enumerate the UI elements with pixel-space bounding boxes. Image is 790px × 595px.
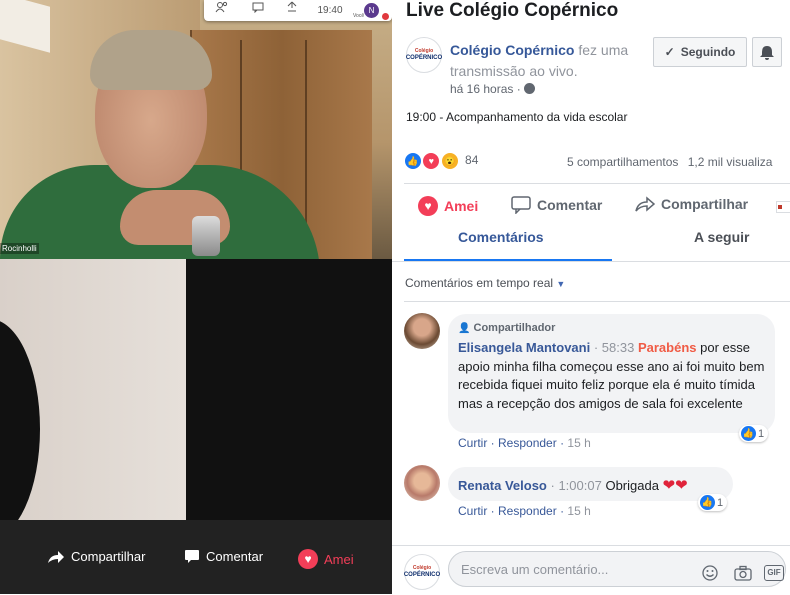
empty-video-tile: [186, 259, 392, 520]
post-title: Live Colégio Copérnico: [406, 0, 619, 21]
page-logo[interactable]: Colégio COPÉRNICO: [406, 37, 442, 73]
sharer-badge: 👤 Compartilhador: [458, 322, 556, 334]
comment-icon: [185, 550, 199, 563]
reaction-summary[interactable]: 👍 ♥ 😮 84: [404, 152, 478, 170]
divider: [404, 183, 790, 184]
comment-icon: [511, 196, 531, 214]
video-share-button[interactable]: Compartilhar: [47, 549, 145, 564]
wow-reaction-icon: 😮: [440, 152, 459, 170]
view-count: 1,2 mil visualiza: [687, 155, 773, 169]
love-action-button[interactable]: ♥ Amei: [418, 196, 478, 216]
participant-name-label: Rocinholli: [0, 243, 39, 254]
composer-avatar: Colégio COPÉRNICO: [404, 554, 440, 590]
highlighted-word: Parabéns: [637, 340, 697, 355]
thumbs-up-icon: 👍: [700, 495, 715, 510]
video-share-label: Compartilhar: [71, 549, 146, 564]
comment-time[interactable]: 15 h: [567, 436, 590, 450]
comment-input-placeholder: Escreva um comentário...: [461, 562, 609, 577]
gif-icon[interactable]: GIF: [764, 565, 784, 581]
globe-icon: [524, 83, 536, 94]
following-button[interactable]: ✓ Seguindo: [653, 37, 747, 67]
notification-bell-button[interactable]: [752, 37, 782, 67]
divider: [392, 261, 790, 262]
watch-icon: [192, 216, 220, 256]
share-count[interactable]: 5 compartilhamentos: [567, 155, 678, 169]
check-icon: ✓: [664, 45, 675, 59]
comment-like-badge[interactable]: 👍 1: [739, 425, 769, 442]
page-name-link[interactable]: Colégio Copérnico: [450, 42, 574, 58]
comment-actions: Curtir · Responder · 15 h: [458, 436, 591, 450]
tab-following[interactable]: A seguir: [694, 229, 750, 245]
comment-author[interactable]: Elisangela Mantovani: [458, 340, 590, 355]
share-icon: [48, 550, 64, 563]
video-love-label: Amei: [324, 551, 354, 567]
comments-filter-dropdown[interactable]: Comentários em tempo real ▼: [405, 276, 565, 290]
comment-video-timestamp[interactable]: 58:33: [602, 340, 635, 355]
share-action-button[interactable]: Compartilhar: [635, 196, 748, 212]
comment-content: Renata Veloso · 1:00:07 Obrigada ❤❤: [458, 477, 688, 494]
comment-time[interactable]: 15 h: [567, 504, 590, 518]
page-avatar-selector-icon[interactable]: [776, 201, 790, 213]
post-timestamp[interactable]: há 16 horas ·: [450, 82, 536, 96]
heart-emoji-icon: ❤❤: [662, 477, 688, 494]
comment-reply-link[interactable]: Responder: [498, 504, 557, 518]
caret-down-icon: ▼: [556, 279, 566, 289]
commenter-avatar[interactable]: [404, 313, 440, 349]
tab-comments[interactable]: Comentários: [458, 229, 544, 245]
comment-like-link[interactable]: Curtir: [458, 504, 487, 518]
comment-video-timestamp[interactable]: 1:00:07: [558, 478, 601, 493]
chat-icon[interactable]: [248, 0, 268, 21]
emoji-icon[interactable]: [702, 565, 718, 581]
divider: [404, 301, 790, 302]
share-screen-icon[interactable]: [282, 0, 302, 21]
like-reaction-icon: 👍: [404, 152, 422, 170]
commenter-avatar[interactable]: [404, 465, 440, 501]
video-comment-button[interactable]: Comentar: [184, 549, 263, 564]
share-icon: [635, 196, 655, 212]
comment-actions: Curtir · Responder · 15 h: [458, 504, 591, 518]
meeting-toolbar: 19:40 N Você: [204, 0, 392, 21]
post-stats: 5 compartilhamentos 1,2 mil visualiza: [567, 155, 772, 169]
video-comment-label: Comentar: [206, 549, 264, 564]
comment-content: Elisangela Mantovani · 58:33 Parabéns po…: [458, 340, 765, 411]
thumbs-up-icon: 👍: [741, 426, 756, 441]
reaction-count: 84: [465, 153, 479, 168]
participant-video-tile-2[interactable]: [0, 259, 186, 520]
video-love-button[interactable]: ♥ Amei: [298, 549, 354, 569]
camera-icon[interactable]: [734, 565, 752, 581]
person-share-icon: 👤: [458, 323, 471, 334]
notification-dot: [382, 13, 389, 20]
bell-icon: [760, 45, 774, 60]
comment-reply-link[interactable]: Responder: [498, 436, 557, 450]
post-header-text: Colégio Copérnico fez uma transmissão ao…: [450, 40, 640, 82]
participants-icon[interactable]: [212, 0, 232, 21]
participant-video-tile-1[interactable]: Rocinholli: [0, 0, 392, 259]
heart-icon: ♥: [418, 196, 438, 216]
heart-icon: ♥: [298, 549, 318, 569]
comment-action-button[interactable]: Comentar: [511, 196, 602, 214]
meeting-clock: 19:40: [317, 5, 343, 16]
comment-author[interactable]: Renata Veloso: [458, 478, 547, 493]
comment-like-badge[interactable]: 👍 1: [698, 494, 728, 511]
you-label: Você: [353, 13, 365, 19]
love-reaction-icon: ♥: [422, 152, 441, 170]
user-avatar[interactable]: N: [364, 3, 379, 18]
comment-text: Obrigada: [605, 478, 659, 493]
comment-like-link[interactable]: Curtir: [458, 436, 487, 450]
post-description: 19:00 - Acompanhamento da vida escolar: [406, 110, 628, 124]
